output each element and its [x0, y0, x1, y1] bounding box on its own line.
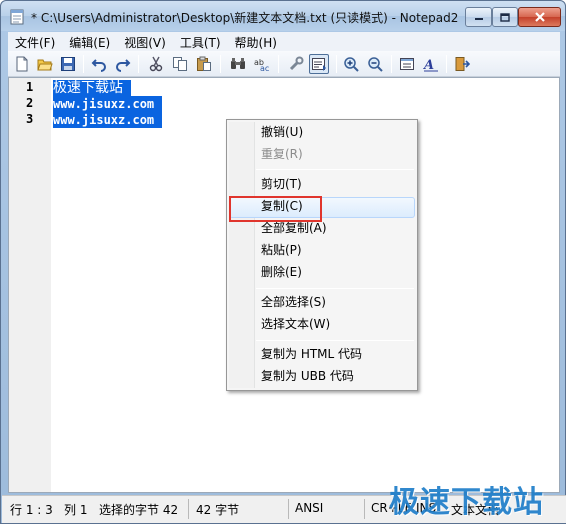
- selected-text-line[interactable]: www.jisuxz.com: [53, 96, 163, 112]
- paste-button[interactable]: [194, 54, 214, 74]
- menu-separator: [256, 340, 414, 341]
- redo-button[interactable]: [113, 54, 133, 74]
- zoom-out-button[interactable]: [365, 54, 385, 74]
- status-total-bytes: 42 字节: [196, 503, 240, 517]
- menu-item-undo[interactable]: 撤销(U): [261, 122, 303, 142]
- view-mode-icon: [312, 58, 326, 71]
- status-divider: [364, 499, 365, 519]
- replace-icon: abac: [254, 58, 269, 72]
- menu-item-redo[interactable]: 重复(R): [261, 144, 303, 164]
- menu-item-copy-as-html[interactable]: 复制为 HTML 代码: [261, 344, 362, 364]
- replace-button[interactable]: ab ac: [252, 54, 272, 74]
- annotation-highlight-box: [229, 196, 322, 222]
- properties-button[interactable]: [397, 54, 417, 74]
- menu-file[interactable]: 文件(F): [8, 32, 62, 51]
- open-folder-icon: [37, 59, 53, 71]
- selected-text-line[interactable]: www.jisuxz.com: [53, 112, 163, 128]
- paste-icon: [197, 56, 211, 71]
- exit-icon: [455, 57, 470, 71]
- redo-icon: [116, 59, 131, 72]
- minimize-button[interactable]: [465, 7, 492, 27]
- menu-item-paste[interactable]: 粘贴(P): [261, 240, 302, 260]
- selected-text-line[interactable]: 极速下载站: [53, 80, 131, 96]
- line-number: 3: [26, 112, 34, 126]
- toolbar-separator: [446, 55, 447, 73]
- status-encoding: ANSI: [295, 501, 324, 515]
- menu-bar: 文件(F) 编辑(E) 视图(V) 工具(T) 帮助(H): [8, 32, 560, 51]
- context-menu-icon-strip: [229, 122, 255, 388]
- svg-text:A: A: [423, 58, 434, 72]
- new-file-icon: [16, 56, 28, 72]
- undo-icon: [91, 59, 106, 72]
- status-divider: [288, 499, 289, 519]
- save-button[interactable]: [58, 54, 78, 74]
- exit-button[interactable]: [452, 54, 472, 74]
- toolbar-separator: [391, 55, 392, 73]
- font-button[interactable]: A: [421, 54, 441, 74]
- menu-tools[interactable]: 工具(T): [173, 32, 228, 51]
- title-bar[interactable]: * C:\Users\Administrator\Desktop\新建文本文档.…: [1, 1, 565, 31]
- menu-item-delete[interactable]: 删除(E): [261, 262, 302, 282]
- toolbar-separator: [220, 55, 221, 73]
- menu-item-cut[interactable]: 剪切(T): [261, 174, 302, 194]
- menu-view[interactable]: 视图(V): [117, 32, 173, 51]
- notepad2-window: * C:\Users\Administrator\Desktop\新建文本文档.…: [0, 0, 566, 524]
- menu-separator: [256, 288, 414, 289]
- close-icon: [534, 12, 545, 22]
- line-number: 2: [26, 96, 34, 110]
- cut-icon: [149, 56, 163, 72]
- minimize-icon: [474, 18, 483, 20]
- status-column: 列 1: [64, 503, 88, 517]
- zoom-in-icon: [344, 57, 359, 72]
- view-mode-button[interactable]: [309, 54, 329, 74]
- wrench-icon: [289, 56, 304, 71]
- line-number-gutter: [9, 78, 51, 492]
- menu-item-select-text[interactable]: 选择文本(W): [261, 314, 330, 334]
- toolbar: ab ac A: [8, 51, 560, 77]
- window-title: * C:\Users\Administrator\Desktop\新建文本文档.…: [31, 11, 459, 25]
- maximize-icon: [500, 12, 510, 22]
- new-file-button[interactable]: [12, 54, 32, 74]
- maximize-button[interactable]: [492, 7, 518, 27]
- status-divider: [188, 499, 189, 519]
- menu-separator: [256, 169, 414, 170]
- line-number: 1: [26, 80, 34, 94]
- svg-text:ac: ac: [260, 64, 269, 72]
- find-icon: [231, 58, 245, 69]
- toolbar-separator: [336, 55, 337, 73]
- undo-button[interactable]: [89, 54, 109, 74]
- zoom-in-button[interactable]: [341, 54, 361, 74]
- toolbar-separator: [83, 55, 84, 73]
- find-button[interactable]: [228, 54, 248, 74]
- save-icon: [61, 57, 75, 71]
- menu-item-select-all[interactable]: 全部选择(S): [261, 292, 326, 312]
- copy-button[interactable]: [170, 54, 190, 74]
- status-position: 行 1 : 3: [10, 503, 53, 517]
- font-icon: A: [423, 58, 438, 72]
- zoom-out-icon: [368, 57, 383, 72]
- toolbar-separator: [278, 55, 279, 73]
- wrench-button[interactable]: [286, 54, 306, 74]
- menu-item-copy-as-ubb[interactable]: 复制为 UBB 代码: [261, 366, 354, 386]
- cut-button[interactable]: [146, 54, 166, 74]
- properties-icon: [400, 58, 414, 70]
- status-selected-bytes: 选择的字节 42: [99, 503, 179, 517]
- toolbar-separator: [138, 55, 139, 73]
- copy-icon: [173, 57, 187, 71]
- close-button[interactable]: [518, 7, 561, 27]
- notepad-app-icon: [10, 9, 24, 25]
- menu-help[interactable]: 帮助(H): [228, 32, 284, 51]
- watermark-logo: 极速下载站: [389, 485, 544, 520]
- menu-edit[interactable]: 编辑(E): [62, 32, 117, 51]
- open-button[interactable]: [35, 54, 55, 74]
